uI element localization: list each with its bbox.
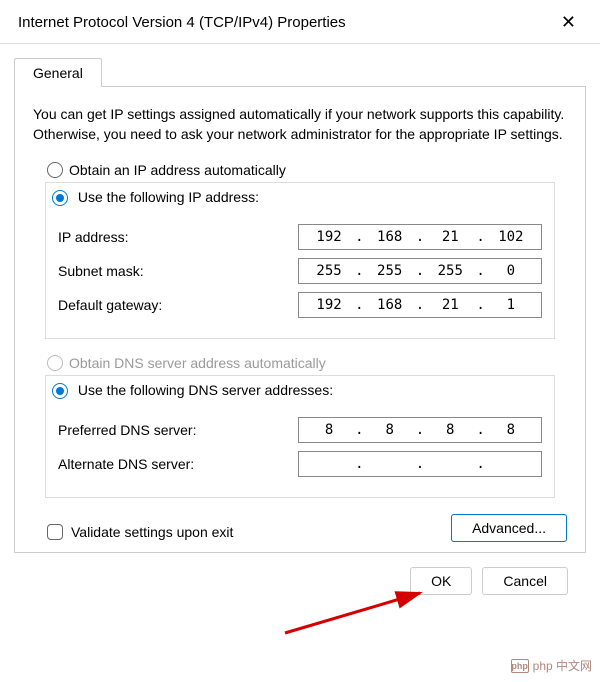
default-gateway-label: Default gateway: [58,297,298,313]
ip-octet[interactable]: 8 [436,422,464,438]
field-subnet-mask: Subnet mask: 255. 255. 255. 0 [58,258,542,284]
ip-octet[interactable]: 255 [436,263,464,279]
field-alternate-dns: Alternate DNS server: . . . [58,451,542,477]
radio-ip-manual-label: Use the following IP address: [78,189,259,205]
radio-dns-auto: Obtain DNS server address automatically [47,355,567,371]
preferred-dns-label: Preferred DNS server: [58,422,298,438]
radio-icon [47,162,63,178]
bottom-row: Validate settings upon exit Advanced... [33,514,567,542]
radio-dns-auto-label: Obtain DNS server address automatically [69,355,326,371]
radio-icon [52,383,68,399]
ip-octet[interactable]: 168 [376,229,404,245]
ip-octet[interactable]: 102 [497,229,525,245]
description-text: You can get IP settings assigned automat… [33,105,567,144]
ip-octet[interactable]: 0 [497,263,525,279]
ip-octet[interactable]: 21 [436,229,464,245]
field-ip-address: IP address: 192. 168. 21. 102 [58,224,542,250]
radio-icon [47,355,63,371]
subnet-mask-input[interactable]: 255. 255. 255. 0 [298,258,542,284]
ip-octet[interactable]: 192 [315,229,343,245]
radio-icon [52,190,68,206]
watermark-logo-icon: php [511,659,529,673]
alternate-dns-label: Alternate DNS server: [58,456,298,472]
default-gateway-input[interactable]: 192. 168. 21. 1 [298,292,542,318]
subnet-mask-label: Subnet mask: [58,263,298,279]
dialog-footer: OK Cancel [14,553,586,595]
validate-checkbox-row[interactable]: Validate settings upon exit [47,524,233,540]
advanced-button[interactable]: Advanced... [451,514,567,542]
radio-dns-manual[interactable]: Use the following DNS server addresses: [48,382,337,399]
ip-octet[interactable]: 168 [376,297,404,313]
ip-octet[interactable]: 1 [497,297,525,313]
watermark: php php 中文网 [511,657,592,674]
cancel-button[interactable]: Cancel [482,567,568,595]
ip-address-input[interactable]: 192. 168. 21. 102 [298,224,542,250]
ip-octet[interactable]: 21 [436,297,464,313]
ip-octet[interactable]: 255 [315,263,343,279]
checkbox-icon [47,524,63,540]
validate-label: Validate settings upon exit [71,524,233,540]
tab-panel: You can get IP settings assigned automat… [14,86,586,553]
ip-octet[interactable]: 255 [376,263,404,279]
radio-dns-manual-label: Use the following DNS server addresses: [78,382,333,398]
ip-group: Use the following IP address: IP address… [45,182,555,339]
field-preferred-dns: Preferred DNS server: 8. 8. 8. 8 [58,417,542,443]
ip-octet[interactable]: 192 [315,297,343,313]
radio-ip-auto[interactable]: Obtain an IP address automatically [47,162,567,178]
ip-address-label: IP address: [58,229,298,245]
close-icon[interactable]: ✕ [551,8,586,37]
ip-octet[interactable]: 8 [315,422,343,438]
ip-octet[interactable]: 8 [376,422,404,438]
title-bar: Internet Protocol Version 4 (TCP/IPv4) P… [0,0,600,43]
radio-ip-manual[interactable]: Use the following IP address: [48,189,263,206]
tab-general[interactable]: General [14,58,102,87]
watermark-text: php 中文网 [533,657,592,674]
radio-ip-auto-label: Obtain an IP address automatically [69,162,286,178]
ok-button[interactable]: OK [410,567,472,595]
alternate-dns-input[interactable]: . . . [298,451,542,477]
window-title: Internet Protocol Version 4 (TCP/IPv4) P… [18,14,346,31]
dns-group: Use the following DNS server addresses: … [45,375,555,498]
preferred-dns-input[interactable]: 8. 8. 8. 8 [298,417,542,443]
ip-octet[interactable]: 8 [497,422,525,438]
dialog-content: General You can get IP settings assigned… [0,43,600,605]
field-default-gateway: Default gateway: 192. 168. 21. 1 [58,292,542,318]
